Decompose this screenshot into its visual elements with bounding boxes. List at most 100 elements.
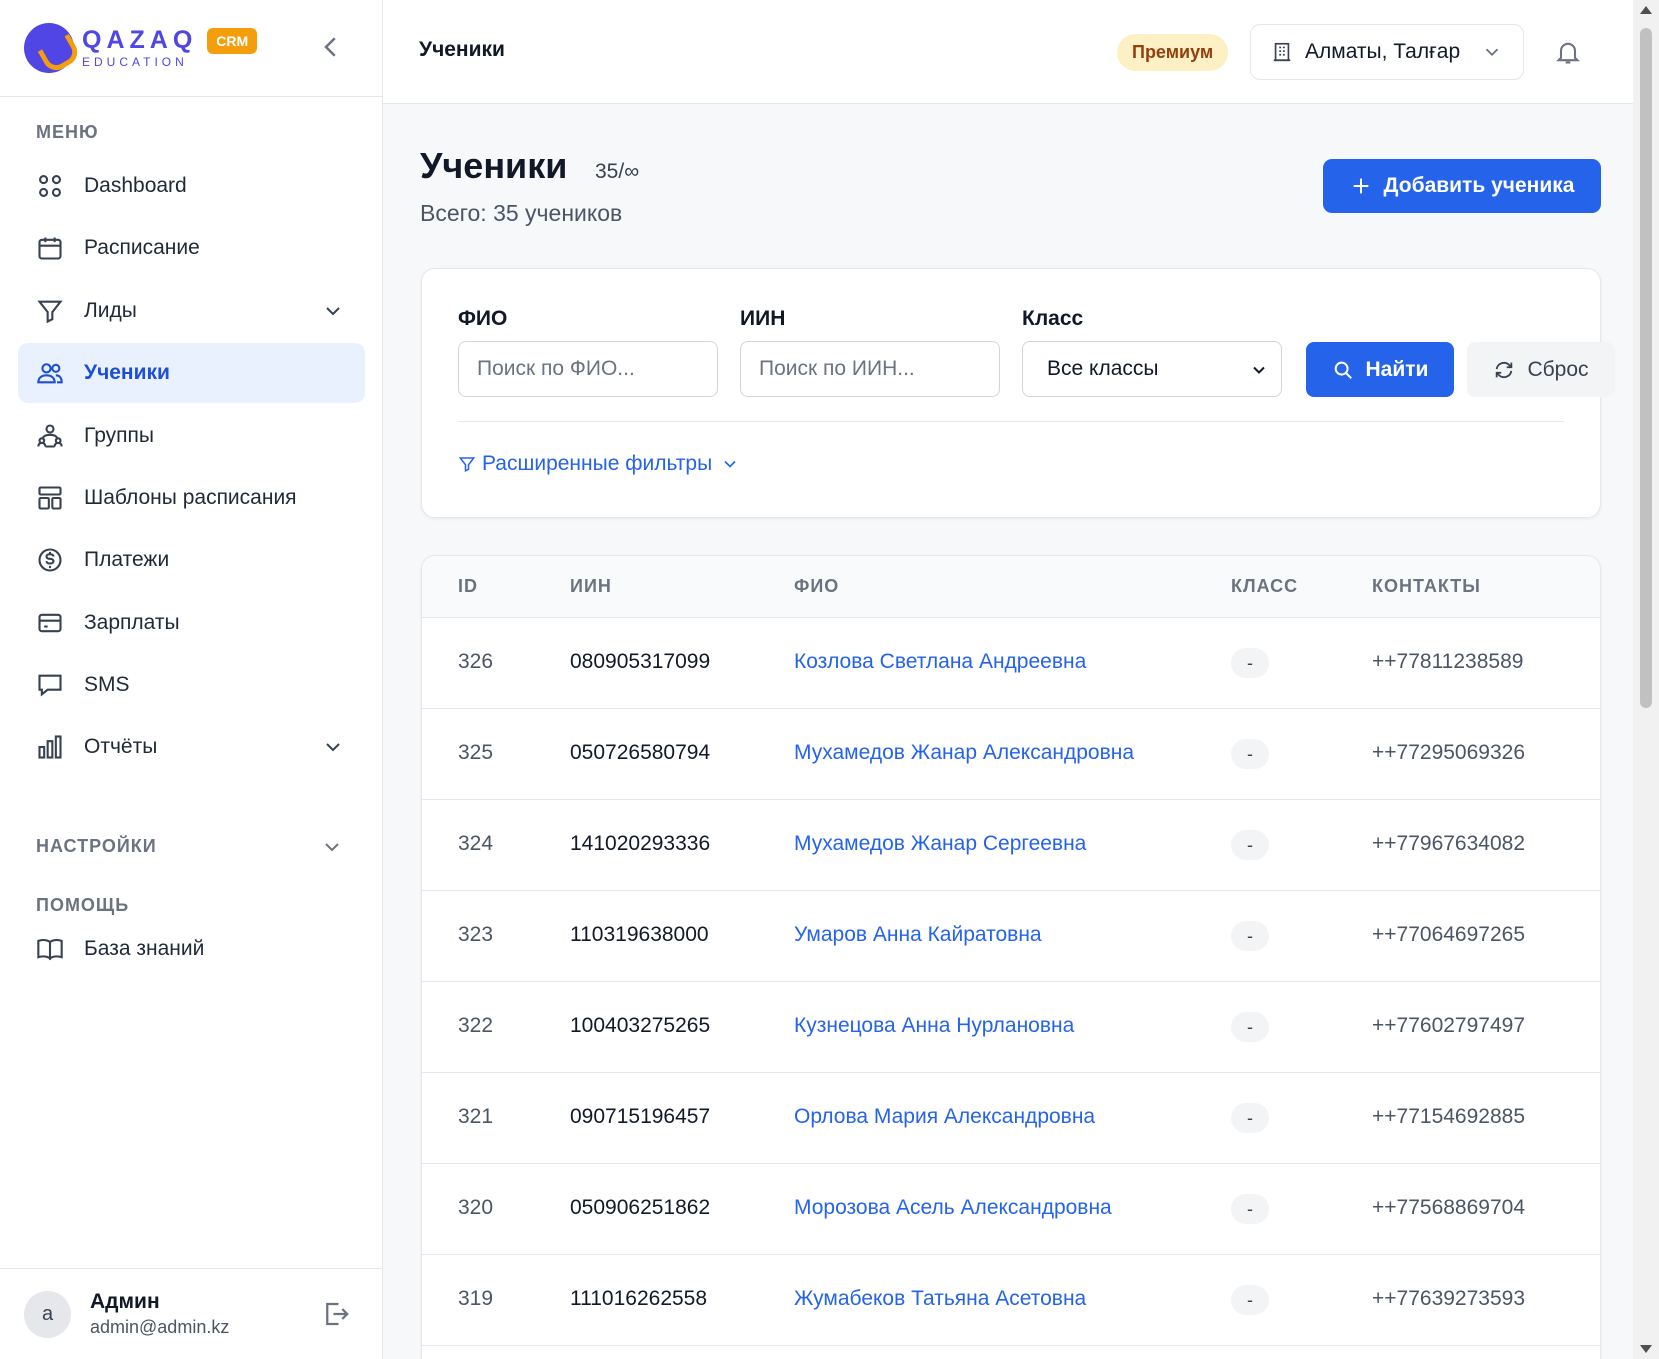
chevron-down-icon[interactable] (320, 835, 344, 859)
chart-icon (38, 735, 62, 759)
sidebar-item-reports[interactable]: Отчёты (18, 717, 365, 777)
building-icon (1273, 42, 1291, 62)
plan-badge: Премиум (1117, 34, 1229, 71)
table-header: ID ИИН ФИО КЛАСС КОНТАКТЫ (422, 556, 1600, 618)
student-iin: 080905317099 (570, 650, 711, 673)
student-name-link[interactable]: Мухамедов Жанар Сергеевна (794, 832, 1086, 856)
table-row[interactable]: 319 111016262558 Жумабеков Татьяна Асето… (422, 1255, 1600, 1346)
name-search-input[interactable] (458, 341, 718, 397)
page-scrollbar[interactable] (1633, 0, 1659, 1359)
scroll-down-arrow[interactable] (1640, 1345, 1652, 1353)
student-name-link[interactable]: Жумабеков Татьяна Асетовна (794, 1287, 1086, 1311)
find-button-label: Найти (1365, 357, 1429, 381)
sidebar-item-students[interactable]: Ученики (18, 343, 365, 403)
student-phone: ++77154692885 (1372, 1105, 1525, 1128)
student-iin: 050726580794 (570, 741, 711, 764)
sidebar-item-payments[interactable]: Платежи (18, 530, 365, 590)
student-name-link[interactable]: Кузнецова Анна Нурлановна (794, 1014, 1074, 1038)
table-row[interactable]: 321 090715196457 Орлова Мария Александро… (422, 1073, 1600, 1164)
column-header-iin[interactable]: ИИН (570, 576, 612, 597)
sidebar-item-dashboard[interactable]: Dashboard (18, 156, 365, 216)
chevron-down-icon (1253, 366, 1265, 374)
class-badge: - (1231, 1012, 1269, 1042)
student-name-link[interactable]: Умаров Анна Кайратовна (794, 923, 1042, 947)
class-badge: - (1231, 739, 1269, 769)
column-header-name[interactable]: ФИО (794, 576, 839, 597)
scroll-thumb[interactable] (1640, 28, 1652, 708)
scroll-up-arrow[interactable] (1640, 6, 1652, 14)
logo-main-text: QAZAQ (82, 26, 198, 54)
student-id: 319 (458, 1287, 494, 1310)
sidebar-item-schedule[interactable]: Расписание (18, 218, 365, 278)
student-id: 321 (458, 1105, 494, 1128)
find-button[interactable]: Найти (1306, 342, 1454, 397)
table-row[interactable]: 325 050726580794 Мухамедов Жанар Алексан… (422, 709, 1600, 800)
menu-section-label: МЕНЮ (36, 122, 99, 142)
sidebar-item-knowledge-base[interactable]: База знаний (18, 919, 365, 979)
advanced-filters-toggle[interactable]: Расширенные фильтры (458, 452, 740, 476)
table-row[interactable]: 323 110319638000 Умаров Анна Кайратовна … (422, 891, 1600, 982)
sidebar: QAZAQ EDUCATION CRM МЕНЮ Dashboard Распи… (0, 0, 383, 1359)
name-filter-label: ФИО (458, 307, 508, 330)
sidebar-item-salaries[interactable]: Зарплаты (18, 593, 365, 653)
column-header-id[interactable]: ID (458, 576, 478, 597)
add-student-button[interactable]: Добавить ученика (1323, 159, 1601, 213)
column-header-class[interactable]: КЛАСС (1231, 576, 1298, 597)
funnel-icon (37, 300, 63, 324)
logout-icon[interactable] (321, 1299, 351, 1329)
collapse-sidebar-icon[interactable] (316, 32, 346, 62)
students-table: ID ИИН ФИО КЛАСС КОНТАКТЫ 326 0809053170… (421, 555, 1601, 1359)
student-name-link[interactable]: Орлова Мария Александровна (794, 1105, 1095, 1129)
student-id: 320 (458, 1196, 494, 1219)
table-row[interactable]: 326 080905317099 Козлова Светлана Андрее… (422, 618, 1600, 709)
sidebar-item-label: Ученики (84, 361, 170, 384)
table-row[interactable]: 322 100403275265 Кузнецова Анна Нурланов… (422, 982, 1600, 1073)
settings-section-label[interactable]: НАСТРОЙКИ (36, 836, 157, 857)
sidebar-item-leads[interactable]: Лиды (18, 281, 365, 341)
branch-selector[interactable]: Алматы, Талғар (1250, 24, 1524, 80)
table-row[interactable]: 324 141020293336 Мухамедов Жанар Сергеев… (422, 800, 1600, 891)
student-name-link[interactable]: Мухамедов Жанар Александровна (794, 741, 1134, 765)
user-name: Админ (90, 1290, 160, 1313)
column-header-contacts[interactable]: КОНТАКТЫ (1372, 576, 1481, 597)
message-icon (38, 674, 62, 697)
student-count: 35/∞ (595, 160, 640, 183)
student-iin: 110319638000 (570, 923, 709, 946)
branch-label: Алматы, Талғар (1305, 40, 1461, 63)
chevron-down-icon[interactable] (321, 735, 345, 759)
reset-button[interactable]: Сброс (1467, 342, 1615, 397)
class-badge: - (1231, 1194, 1269, 1224)
sidebar-item-schedule-templates[interactable]: Шаблоны расписания (18, 468, 365, 528)
chevron-down-icon (724, 460, 736, 468)
bell-icon[interactable] (1554, 38, 1582, 66)
student-iin: 141020293336 (570, 832, 711, 855)
card-icon (38, 613, 62, 633)
avatar[interactable]: a (24, 1290, 71, 1338)
sidebar-item-groups[interactable]: Группы (18, 406, 365, 466)
logo[interactable]: QAZAQ EDUCATION CRM (0, 0, 382, 97)
sidebar-item-label: Группы (84, 424, 154, 447)
crm-badge: CRM (207, 28, 258, 54)
book-icon (37, 939, 63, 961)
iin-filter-label: ИИН (740, 307, 786, 330)
refresh-icon (1496, 361, 1513, 378)
student-iin: 090715196457 (570, 1105, 711, 1128)
dollar-icon (38, 548, 62, 572)
iin-search-input[interactable] (740, 341, 1000, 397)
user-profile: a Админ admin@admin.kz (0, 1268, 383, 1359)
class-badge: - (1231, 1285, 1269, 1315)
sidebar-item-label: Dashboard (84, 174, 187, 197)
table-row[interactable]: 320 050906251862 Морозова Асель Александ… (422, 1164, 1600, 1255)
student-id: 323 (458, 923, 494, 946)
class-select[interactable]: Все классы (1022, 341, 1282, 397)
topbar-title: Ученики (419, 38, 505, 61)
student-name-link[interactable]: Козлова Светлана Андреевна (794, 650, 1086, 674)
student-name-link[interactable]: Морозова Асель Александровна (794, 1196, 1112, 1220)
sidebar-item-sms[interactable]: SMS (18, 655, 365, 715)
sidebar-item-label: Расписание (84, 236, 200, 259)
calendar-icon (38, 237, 62, 260)
sidebar-item-label: SMS (84, 673, 130, 696)
chevron-down-icon[interactable] (321, 299, 345, 323)
sidebar-item-label: Зарплаты (84, 611, 180, 634)
funnel-icon (458, 457, 476, 472)
